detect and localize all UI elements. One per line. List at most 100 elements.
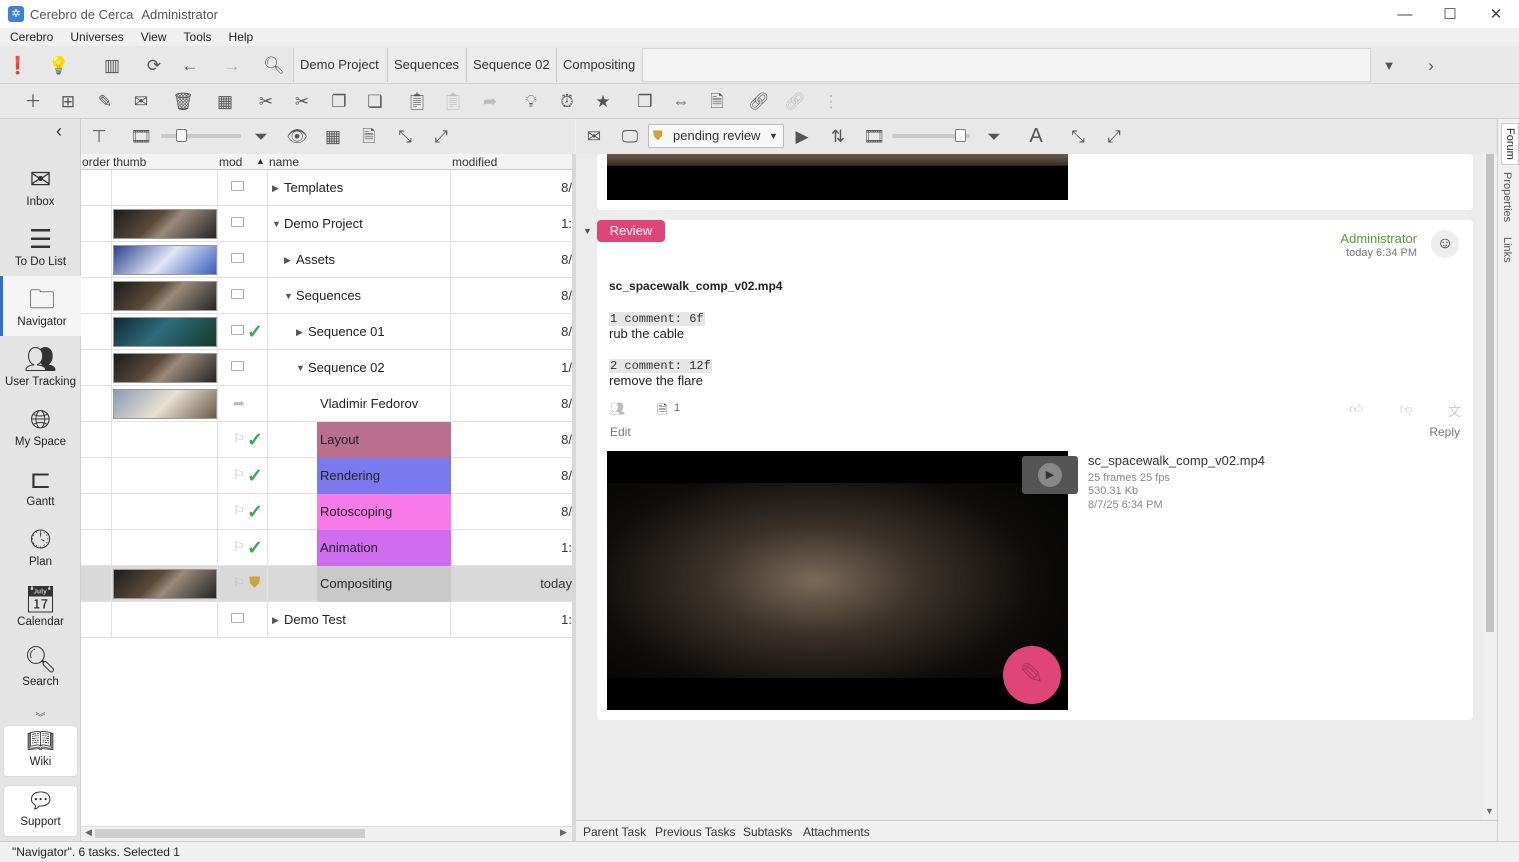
mail-icon[interactable]: ✉ bbox=[582, 124, 606, 148]
refresh-icon[interactable]: ⟳ bbox=[142, 53, 166, 77]
attachment-icon[interactable]: 🗎 bbox=[657, 401, 667, 423]
table-row[interactable]: ⚐ ✓ Rendering 8/ bbox=[81, 458, 572, 494]
delete-icon[interactable]: 🗑︎ bbox=[171, 89, 195, 113]
collapse-arrow-icon[interactable]: ▼ bbox=[284, 291, 293, 301]
maximize-button[interactable]: ☐ bbox=[1427, 0, 1473, 28]
dependency-icon[interactable]: ⋮ bbox=[819, 89, 843, 113]
sidebar-item-plan[interactable]: 🕓︎ Plan bbox=[0, 516, 81, 576]
scroll-down-icon[interactable]: ▼ bbox=[1485, 806, 1494, 816]
filter-icon[interactable]: ⏷ bbox=[249, 124, 273, 148]
paste-icon[interactable]: 📋︎ bbox=[405, 89, 429, 113]
collapse-sidebar-button[interactable]: ‹ bbox=[0, 119, 81, 141]
share-icon[interactable]: ➦ bbox=[478, 89, 502, 113]
table-row[interactable]: ▼ Sequence 02 1/ bbox=[81, 350, 572, 386]
filter-icon[interactable]: ⏷ bbox=[982, 124, 1006, 148]
reply-link[interactable]: Reply bbox=[1429, 425, 1460, 439]
thumbs-down-icon[interactable]: 👎︎ bbox=[1400, 401, 1413, 417]
expand-icon[interactable]: ⤢ bbox=[429, 124, 453, 148]
edit-icon[interactable]: ✎ bbox=[93, 89, 117, 113]
tab-subtasks[interactable]: Subtasks bbox=[743, 825, 792, 839]
spreadsheet-icon[interactable]: 🗎 bbox=[357, 124, 381, 148]
annotate-brush-icon[interactable]: ✎ bbox=[1003, 646, 1061, 704]
expand-arrow-icon[interactable]: ▶ bbox=[296, 327, 303, 338]
table-row-selected[interactable]: ⚐ ⛊ Compositing today bbox=[81, 566, 572, 602]
tab-forum[interactable]: Forum bbox=[1501, 123, 1519, 165]
breadcrumb-demo-project[interactable]: Demo Project bbox=[293, 48, 385, 82]
thumbnail-size-slider[interactable] bbox=[161, 134, 241, 138]
layout-icon[interactable]: ▥ bbox=[100, 53, 124, 77]
slider-knob[interactable] bbox=[955, 129, 966, 142]
video-preview[interactable]: ✎ bbox=[607, 451, 1068, 710]
dropdown-arrow-icon[interactable]: ▼ bbox=[1377, 53, 1401, 77]
sidebar-item-user-tracking[interactable]: 👥︎ User Tracking bbox=[0, 336, 81, 396]
search-toolbar-icon[interactable]: 🔍︎ bbox=[262, 53, 286, 77]
column-order[interactable]: order bbox=[82, 155, 110, 169]
breadcrumb-sequences[interactable]: Sequences bbox=[387, 48, 466, 82]
tab-links[interactable]: Links bbox=[1501, 237, 1513, 263]
tab-attachments[interactable]: Attachments bbox=[803, 825, 870, 839]
expand-icon[interactable]: ⤢ bbox=[1102, 124, 1126, 148]
table-row[interactable]: ▶ Assets 8/ bbox=[81, 242, 572, 278]
expand-more-icon[interactable]: ︾ bbox=[0, 709, 81, 724]
cut-icon[interactable]: ✂ bbox=[254, 89, 278, 113]
sidebar-item-navigator[interactable]: 🗀 Navigator bbox=[0, 276, 81, 336]
tab-parent-task[interactable]: Parent Task bbox=[583, 825, 646, 839]
copy-link-icon[interactable]: ❏ bbox=[363, 89, 387, 113]
monitor-icon[interactable]: 🖵 bbox=[618, 124, 642, 148]
menu-cerebro[interactable]: Cerebro bbox=[0, 28, 60, 46]
table-row[interactable]: ▶ Demo Test 1: bbox=[81, 602, 572, 638]
status-dropdown[interactable]: ⛊ pending review ▼ bbox=[648, 124, 784, 148]
paste-link-icon[interactable]: 📋︎ bbox=[441, 89, 465, 113]
translate-icon[interactable]: 文 bbox=[1448, 401, 1461, 420]
slider-knob[interactable] bbox=[176, 129, 187, 142]
menu-view[interactable]: View bbox=[131, 28, 174, 46]
breadcrumb-compositing[interactable]: Compositing bbox=[556, 48, 642, 82]
sort-icon[interactable]: ⇅ bbox=[826, 124, 850, 148]
scrollbar-thumb[interactable] bbox=[95, 829, 365, 838]
sidebar-item-todo[interactable]: ☰ To Do List bbox=[0, 216, 81, 276]
lightbulb-icon[interactable]: 💡 bbox=[47, 53, 71, 77]
add-icon[interactable]: ＋ bbox=[21, 89, 45, 113]
filmstrip-icon[interactable]: 🎞︎ bbox=[129, 124, 153, 148]
add-subtask-icon[interactable]: ⊞ bbox=[56, 89, 80, 113]
minimize-button[interactable]: — bbox=[1382, 0, 1428, 28]
document-icon[interactable]: 🗎 bbox=[705, 89, 729, 113]
table-row[interactable]: ⚐ ✓ Rotoscoping 8/ bbox=[81, 494, 572, 530]
table-row[interactable]: ⚐ ✓ Layout 8/ bbox=[81, 422, 572, 458]
chevron-right-icon[interactable]: › bbox=[1419, 53, 1443, 77]
column-modified[interactable]: modified bbox=[452, 155, 497, 169]
forward-icon[interactable]: → bbox=[220, 53, 244, 77]
tree-horizontal-scrollbar[interactable]: ◀ ▶ bbox=[81, 826, 572, 840]
avatar[interactable]: ☺ bbox=[1431, 230, 1459, 258]
cut-link-icon[interactable]: ✂ bbox=[290, 89, 314, 113]
breadcrumb-sequence-02[interactable]: Sequence 02 bbox=[466, 48, 556, 82]
alert-icon[interactable]: ❗ bbox=[6, 53, 30, 77]
support-button[interactable]: 💬︎ Support bbox=[4, 786, 77, 836]
menu-help[interactable]: Help bbox=[219, 28, 261, 46]
bulb-icon[interactable]: 💡︎ bbox=[519, 89, 543, 113]
menu-universes[interactable]: Universes bbox=[60, 28, 130, 46]
collapse-icon[interactable]: ⤡ bbox=[1066, 124, 1090, 148]
sidebar-item-search[interactable]: 🔍︎ Search bbox=[0, 636, 81, 696]
author-name[interactable]: Administrator bbox=[1340, 231, 1417, 246]
table-row[interactable]: ⚐ ✓ Animation 1: bbox=[81, 530, 572, 566]
collapse-icon[interactable]: ⤡ bbox=[393, 124, 417, 148]
recipients-icon[interactable]: 👥︎ bbox=[609, 401, 626, 417]
hierarchy-icon[interactable]: ⊤ bbox=[87, 124, 111, 148]
table-row[interactable]: ✓ ▶ Sequence 01 8/ bbox=[81, 314, 572, 350]
link-icon[interactable]: 🔗︎ bbox=[747, 89, 771, 113]
sidebar-item-inbox[interactable]: ✉ Inbox bbox=[0, 156, 81, 216]
play-icon[interactable]: ▶ bbox=[790, 124, 814, 148]
column-thumb[interactable]: thumb bbox=[113, 155, 146, 169]
scroll-left-icon[interactable]: ◀ bbox=[85, 827, 92, 838]
copy-icon[interactable]: ❐ bbox=[327, 89, 351, 113]
forum-scrollbar[interactable]: ▼ bbox=[1483, 154, 1497, 820]
scroll-right-icon[interactable]: ▶ bbox=[560, 827, 567, 838]
previous-video-preview[interactable] bbox=[607, 154, 1068, 200]
star-icon[interactable]: ★ bbox=[591, 89, 615, 113]
collapse-arrow-icon[interactable]: ▼ bbox=[296, 363, 305, 373]
sidebar-item-my-space[interactable]: 🌐︎ My Space bbox=[0, 396, 81, 456]
menu-tools[interactable]: Tools bbox=[174, 28, 219, 46]
play-video-button[interactable]: ▶ bbox=[1022, 456, 1078, 494]
alarm-icon[interactable]: ⏰︎ bbox=[555, 89, 579, 113]
